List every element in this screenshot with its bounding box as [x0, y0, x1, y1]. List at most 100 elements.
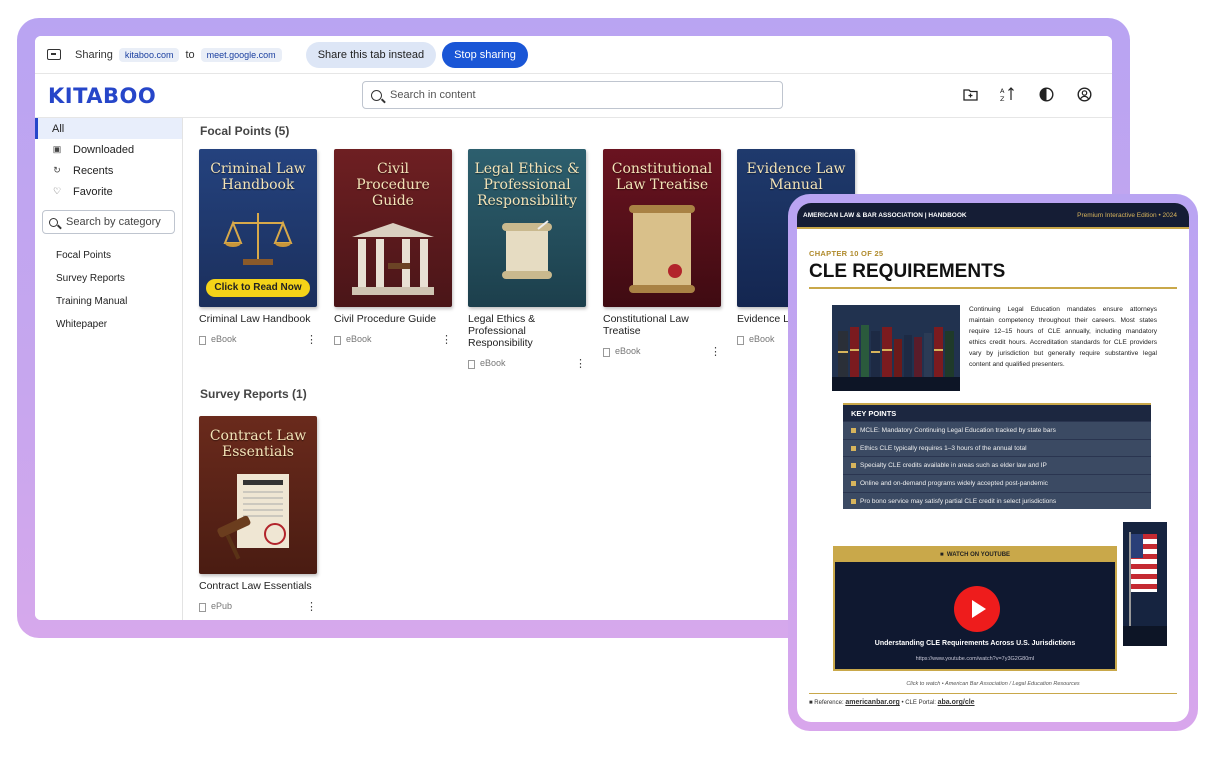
category-search-input[interactable]: Search by category [42, 210, 175, 234]
key-point-text: Specialty CLE credits available in areas… [860, 462, 1047, 470]
portal-label: • CLE Portal: [901, 700, 936, 706]
book-title: Criminal Law Handbook [199, 313, 311, 325]
category-survey-reports[interactable]: Survey Reports [35, 267, 182, 290]
sidebar-item-all[interactable]: All [35, 118, 182, 139]
content-search-input[interactable]: Search in content [362, 81, 783, 109]
sort-az-icon[interactable]: AZ [1000, 86, 1016, 102]
book-type: eBook [615, 346, 641, 357]
category-search-placeholder: Search by category [66, 216, 161, 228]
book-type: eBook [749, 334, 775, 345]
document-icon [334, 335, 341, 345]
book-type: eBook [211, 334, 237, 345]
user-profile-icon[interactable] [1076, 86, 1092, 102]
book-card[interactable]: Contract Law Essentials Contract Law Ess… [199, 416, 317, 613]
more-options-icon[interactable]: ⋮ [306, 333, 317, 346]
scroll-icon [502, 220, 552, 279]
scales-icon [223, 213, 293, 265]
sidebar-item-label: Favorite [73, 185, 113, 198]
contrast-icon[interactable] [1038, 86, 1054, 102]
watch-label-text: WATCH ON YOUTUBE [946, 552, 1011, 558]
stop-sharing-button[interactable]: Stop sharing [442, 41, 528, 68]
category-focal-points[interactable]: Focal Points [35, 244, 182, 267]
key-point-item: Online and on-demand programs widely acc… [843, 474, 1151, 492]
category-training-manual[interactable]: Training Manual [35, 290, 182, 313]
document-icon [737, 335, 744, 345]
book-cover[interactable]: Contract Law Essentials [199, 416, 317, 574]
share-this-tab-button[interactable]: Share this tab instead [305, 41, 437, 68]
sidebar-item-favorite[interactable]: ♡ Favorite [35, 181, 182, 202]
book-cover[interactable]: Constitutional Law Treatise [603, 149, 721, 307]
svg-text:A: A [1000, 87, 1005, 95]
play-icon[interactable] [954, 586, 1000, 632]
read-now-button[interactable]: Click to Read Now [206, 279, 310, 297]
more-options-icon[interactable]: ⋮ [441, 333, 452, 346]
courthouse-icon [352, 223, 434, 295]
more-options-icon[interactable]: ⋮ [710, 345, 721, 358]
sidebar-item-downloaded[interactable]: ▣ Downloaded [35, 139, 182, 160]
video-url[interactable]: https://www.youtube.com/watch?v=7y3G2G80… [835, 656, 1115, 662]
more-options-icon[interactable]: ⋮ [306, 600, 317, 613]
book-title: Legal Ethics & Professional Responsibili… [468, 313, 536, 349]
bullet-icon [851, 480, 856, 486]
more-options-icon[interactable]: ⋮ [575, 357, 586, 370]
handbook-header: AMERICAN LAW & BAR ASSOCIATION | HANDBOO… [797, 203, 1189, 229]
cover-title: Civil Procedure Guide [356, 161, 430, 209]
law-books-image [832, 305, 960, 391]
book-card[interactable]: Criminal Law Handbook Click to Read Now … [199, 149, 317, 346]
share-prefix: Sharing [75, 48, 113, 61]
youtube-video-embed[interactable]: ■ WATCH ON YOUTUBE Understanding CLE Req… [833, 546, 1117, 671]
add-folder-icon[interactable] [962, 86, 978, 102]
cover-title: Criminal Law Handbook [210, 161, 306, 193]
book-card[interactable]: Legal Ethics & Professional Responsibili… [468, 149, 586, 370]
search-placeholder: Search in content [390, 89, 476, 101]
recent-icon: ↻ [53, 165, 61, 175]
bullet-icon [851, 498, 856, 504]
reference-label: Reference: [814, 700, 844, 706]
sidebar-item-recents[interactable]: ↻ Recents [35, 160, 182, 181]
category-whitepaper[interactable]: Whitepaper [35, 313, 182, 336]
search-icon [49, 217, 58, 227]
kitaboo-logo[interactable]: KITABOO [48, 84, 156, 108]
book-cover[interactable]: Legal Ethics & Professional Responsibili… [468, 149, 586, 307]
screen-share-icon [47, 49, 61, 60]
video-caption: Understanding CLE Requirements Across U.… [874, 640, 1076, 647]
search-icon [371, 89, 382, 101]
heart-icon: ♡ [52, 186, 62, 196]
stage: Sharing kitaboo.com to meet.google.com S… [0, 0, 1215, 768]
watch-on-youtube-label: ■ WATCH ON YOUTUBE [835, 548, 1115, 562]
share-source-chip: kitaboo.com [118, 47, 180, 62]
cover-title: Evidence Law Manual [746, 161, 846, 193]
document-icon [468, 359, 475, 369]
flag-image [1123, 522, 1167, 646]
sidebar-item-label: All [52, 122, 65, 135]
book-meta: eBook ⋮ [468, 357, 586, 370]
book-card[interactable]: Constitutional Law Treatise Constitution… [603, 149, 721, 358]
book-cover[interactable]: Criminal Law Handbook Click to Read Now [199, 149, 317, 307]
share-connector: to [185, 48, 195, 61]
key-point-text: Ethics CLE typically requires 1–3 hours … [860, 444, 1027, 452]
bullet-icon [851, 445, 856, 451]
key-point-text: Online and on-demand programs widely acc… [860, 479, 1048, 487]
document-icon [199, 602, 206, 612]
key-points-title: KEY POINTS [851, 409, 897, 418]
book-meta: eBook ⋮ [603, 345, 721, 358]
book-type: eBook [346, 334, 372, 345]
key-point-item: Ethics CLE typically requires 1–3 hours … [843, 438, 1151, 457]
bullet-icon [851, 463, 856, 469]
cover-title: Legal Ethics & Professional Responsibili… [474, 161, 580, 209]
book-cover[interactable]: Civil Procedure Guide [334, 149, 452, 307]
handbook-edition: Premium Interactive Edition • 2024 [1077, 211, 1177, 219]
cover-title: Constitutional Law Treatise [611, 161, 713, 193]
contract-gavel-icon [217, 474, 289, 560]
reference-link[interactable]: americanbar.org [845, 699, 899, 706]
book-title: Constitutional Law Treatise [603, 313, 689, 337]
key-point-text: Pro bono service may satisfy partial CLE… [860, 497, 1057, 505]
app-topbar: KITABOO Search in content AZ [35, 74, 1112, 118]
chapter-label: CHAPTER 10 OF 25 [809, 249, 884, 258]
book-meta: eBook ⋮ [334, 333, 452, 346]
portal-link[interactable]: aba.org/cle [938, 699, 975, 706]
book-type: ePub [211, 601, 233, 612]
tablet-screen: AMERICAN LAW & BAR ASSOCIATION | HANDBOO… [797, 203, 1189, 722]
page-title: CLE REQUIREMENTS [809, 261, 1006, 282]
book-card[interactable]: Civil Procedure Guide Civil Procedure Gu… [334, 149, 452, 346]
